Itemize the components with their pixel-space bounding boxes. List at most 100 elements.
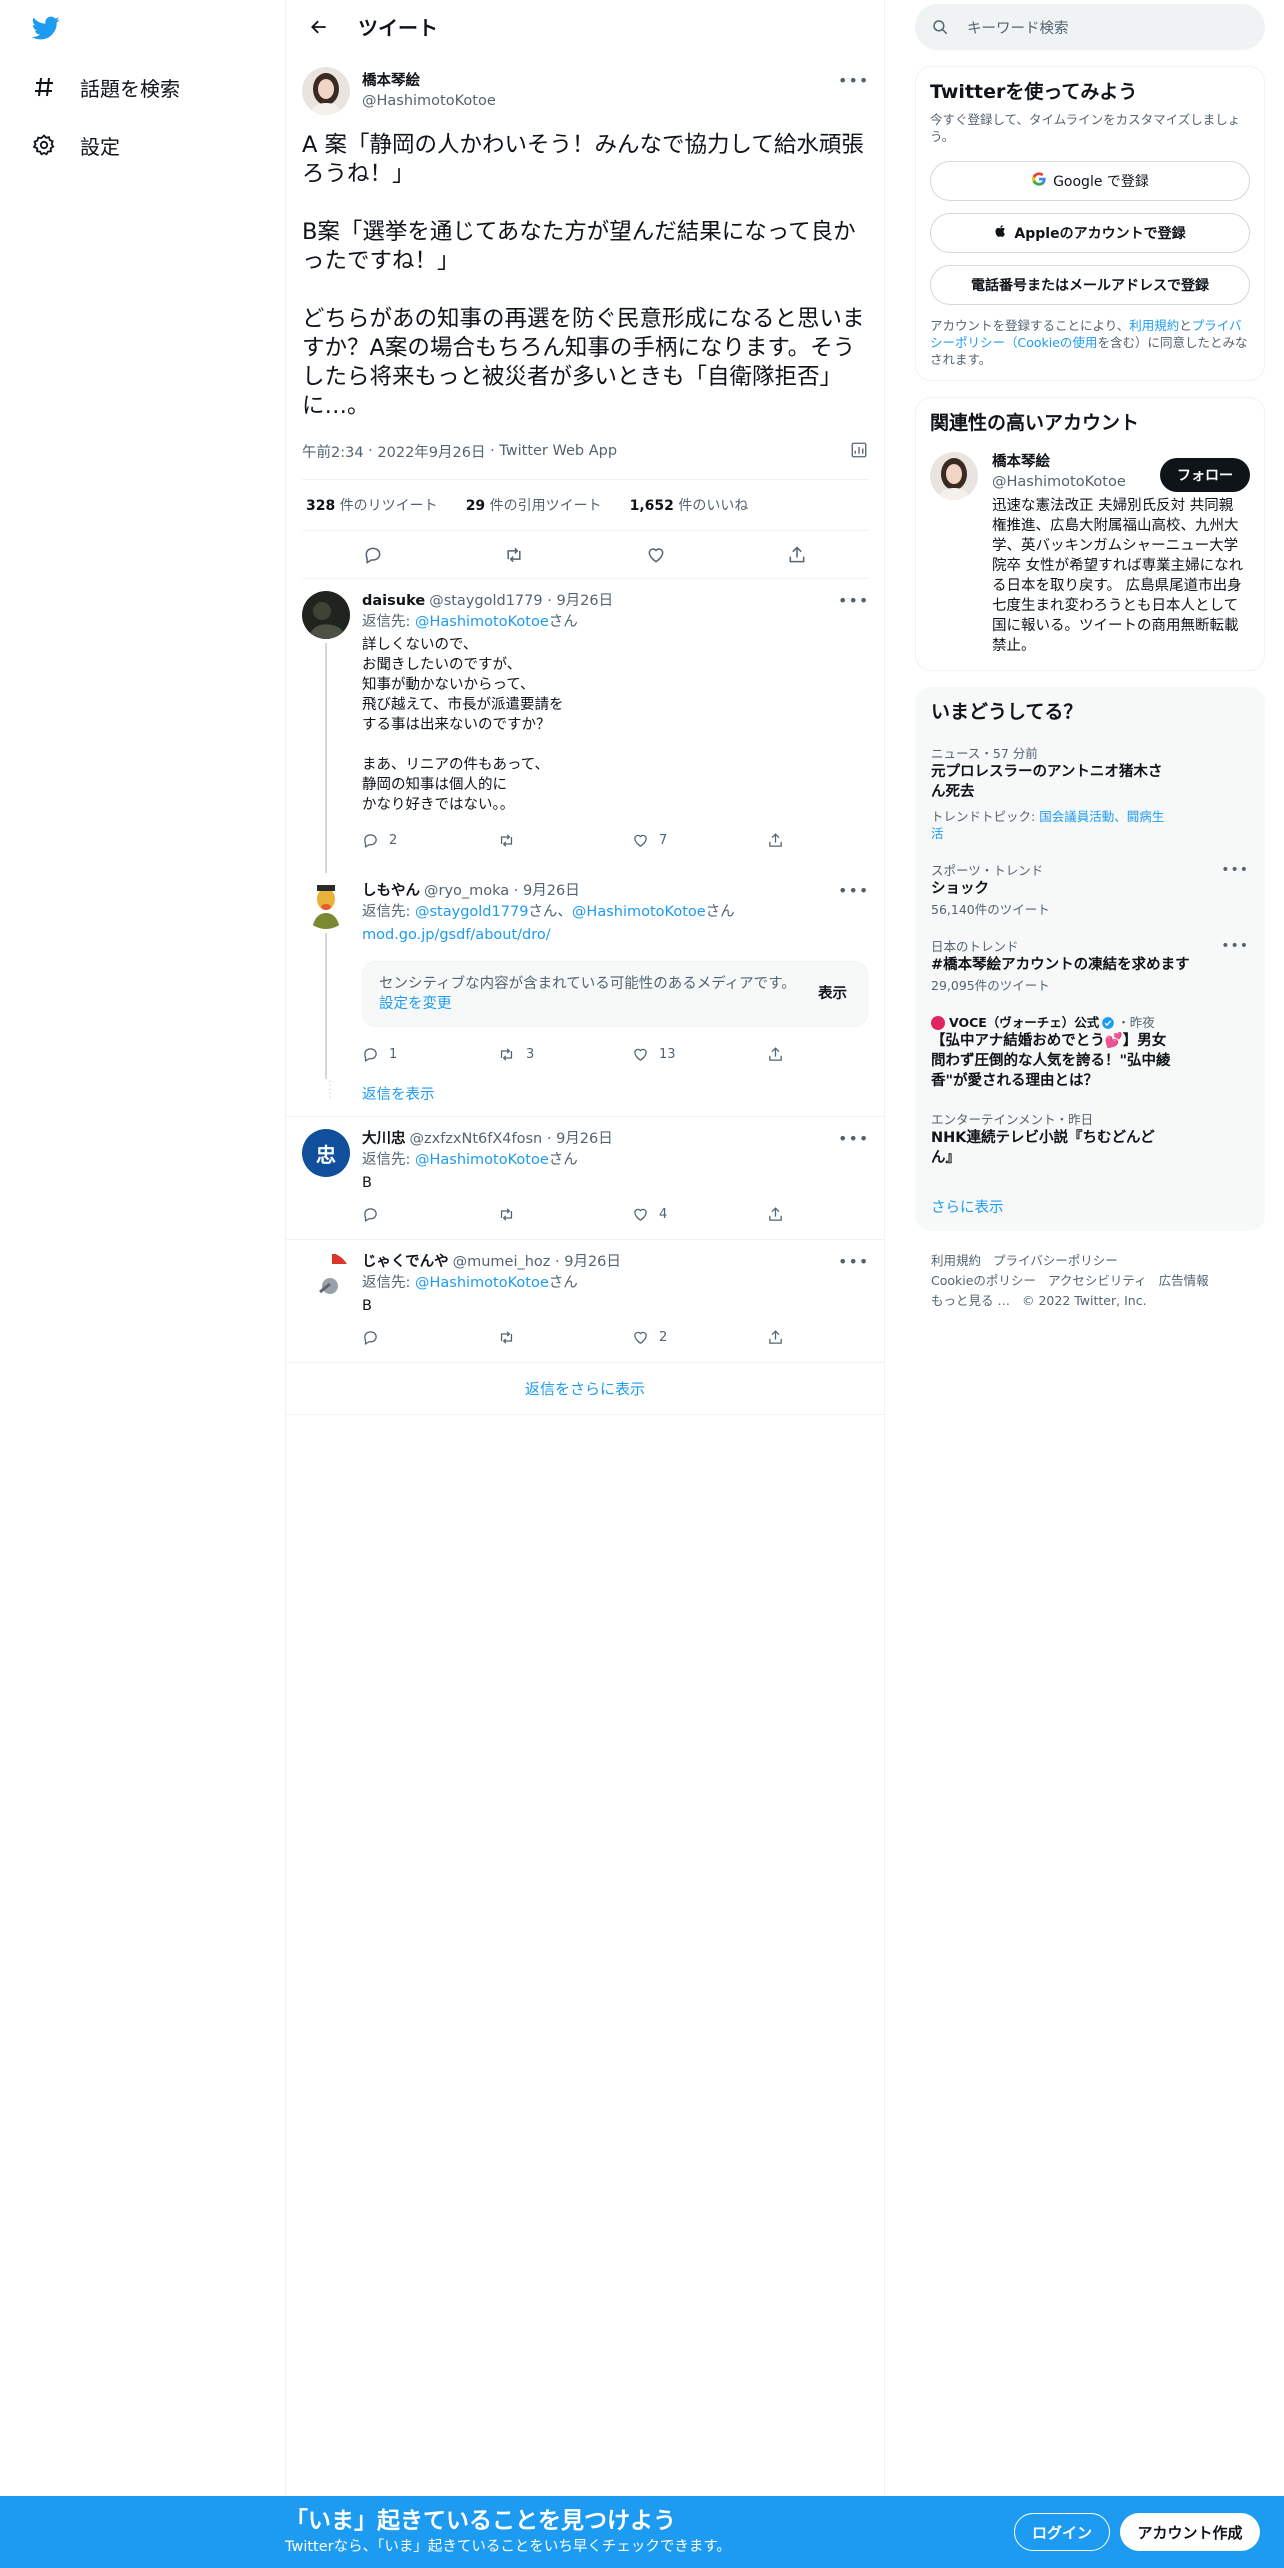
analytics-icon[interactable] bbox=[850, 441, 868, 463]
retweet-button[interactable] bbox=[497, 832, 632, 849]
show-media-button[interactable]: 表示 bbox=[818, 984, 847, 1004]
reply-date[interactable]: 9月26日 bbox=[523, 883, 580, 899]
footer-link[interactable]: 利用規約 bbox=[931, 1253, 981, 1268]
more-options-icon[interactable]: ••• bbox=[838, 881, 868, 901]
change-settings-link[interactable]: 設定を変更 bbox=[379, 996, 452, 1012]
nav-settings[interactable]: 設定 bbox=[30, 125, 120, 165]
related-accounts-card: 関連性の高いアカウント 橋本琴絵 @HashimotoKotoe 迅速な憲法改正… bbox=[915, 397, 1265, 671]
reply-tweet[interactable]: しもやん @ryo_moka · 9月26日 ••• 返信先: @staygol… bbox=[286, 865, 884, 1079]
retweet-icon[interactable] bbox=[497, 538, 531, 572]
share-button[interactable] bbox=[767, 832, 784, 849]
reply-author-handle[interactable]: @zxfzxNt6fX4fosn bbox=[410, 1131, 543, 1147]
reply-author-handle[interactable]: @staygold1779 bbox=[429, 593, 542, 609]
retweet-count[interactable]: 328 件のリツイート bbox=[306, 495, 438, 515]
mention-link[interactable]: @HashimotoKotoe bbox=[572, 904, 706, 920]
like-icon[interactable] bbox=[639, 538, 673, 572]
retweet-button[interactable]: 3 bbox=[497, 1046, 632, 1063]
reply-tweet[interactable]: daisuke @staygold1779 · 9月26日 ••• 返信先: @… bbox=[286, 579, 884, 873]
reply-date[interactable]: 9月26日 bbox=[556, 1131, 613, 1147]
reply-icon[interactable] bbox=[356, 538, 390, 572]
avatar-character: 忠 bbox=[316, 1142, 336, 1167]
nav-explore[interactable]: 話題を検索 bbox=[30, 67, 180, 107]
mention-link[interactable]: @HashimotoKotoe bbox=[415, 1275, 549, 1291]
like-button[interactable]: 7 bbox=[632, 832, 767, 849]
tweet-source[interactable]: Twitter Web App bbox=[499, 443, 617, 459]
reply-date[interactable]: 9月26日 bbox=[556, 593, 613, 609]
mention-link[interactable]: @staygold1779 bbox=[415, 904, 528, 920]
reply-author-name[interactable]: daisuke bbox=[362, 591, 425, 611]
back-arrow-icon[interactable] bbox=[302, 10, 336, 44]
login-button[interactable]: ログイン bbox=[1014, 2513, 1110, 2551]
focal-tweet: 橋本琴絵 @HashimotoKotoe ••• A 案「静岡の人かわいそう！み… bbox=[286, 53, 884, 579]
phone-email-signup-button[interactable]: 電話番号またはメールアドレスで登録 bbox=[930, 265, 1250, 305]
share-button[interactable] bbox=[767, 1206, 784, 1223]
avatar[interactable] bbox=[302, 1252, 350, 1300]
reply-author-handle[interactable]: @mumei_hoz bbox=[453, 1254, 551, 1270]
share-icon bbox=[769, 832, 782, 847]
avatar[interactable] bbox=[302, 881, 350, 929]
reply-button[interactable] bbox=[362, 1206, 497, 1223]
follow-button[interactable]: フォロー bbox=[1160, 458, 1250, 492]
avatar[interactable]: 忠 bbox=[302, 1129, 350, 1177]
trend-item[interactable]: VOCE（ヴォーチェ）公式 ・昨夜 【弘中アナ結婚おめでとう💕】男女問わず圧倒的… bbox=[931, 1014, 1249, 1091]
related-account[interactable]: 橋本琴絵 @HashimotoKotoe 迅速な憲法改正 夫婦別氏反対 共同親権… bbox=[930, 452, 1250, 656]
reply-tweet[interactable]: じゃくでんや @mumei_hoz · 9月26日 ••• 返信先: @Hash… bbox=[286, 1240, 884, 1363]
reply-button[interactable]: 1 bbox=[362, 1046, 497, 1063]
footer-link[interactable]: Cookieのポリシー bbox=[931, 1273, 1036, 1288]
reply-author-handle[interactable]: @ryo_moka bbox=[424, 883, 509, 899]
footer-link[interactable]: アクセシビリティ bbox=[1048, 1273, 1147, 1288]
retweet-button[interactable] bbox=[497, 1206, 632, 1223]
trend-item[interactable]: ニュース・57 分前 元プロレスラーのアントニオ猪木さん死去 トレンドトピック:… bbox=[931, 745, 1249, 842]
footer-link[interactable]: 広告情報 bbox=[1159, 1273, 1209, 1288]
google-signup-button[interactable]: Google で登録 bbox=[930, 161, 1250, 201]
reply-icon bbox=[364, 833, 377, 848]
reply-author-name[interactable]: じゃくでんや bbox=[362, 1252, 449, 1272]
reply-date[interactable]: 9月26日 bbox=[564, 1254, 621, 1270]
more-options-icon[interactable]: ••• bbox=[1221, 938, 1249, 954]
avatar[interactable] bbox=[302, 591, 350, 639]
reply-button[interactable] bbox=[362, 1329, 497, 1346]
more-options-icon[interactable]: ••• bbox=[838, 1129, 868, 1149]
trend-item[interactable]: エンターテインメント・昨日 NHK連続テレビ小説『ちむどんどん』 bbox=[931, 1111, 1249, 1168]
mention-link[interactable]: @HashimotoKotoe bbox=[415, 614, 549, 630]
like-button[interactable]: 4 bbox=[632, 1206, 767, 1223]
tweet-time[interactable]: 午前2:34 bbox=[302, 441, 364, 462]
twitter-logo-icon[interactable] bbox=[30, 14, 66, 44]
reply-tweet[interactable]: 忠 大川忠 @zxfzxNt6fX4fosn · 9月26日 ••• 返信先: … bbox=[286, 1117, 884, 1240]
terms-link[interactable]: 利用規約 bbox=[1129, 318, 1179, 333]
reply-author-name[interactable]: 大川忠 bbox=[362, 1129, 406, 1149]
external-link[interactable]: mod.go.jp/gsdf/about/dro/ bbox=[362, 927, 551, 943]
search-input[interactable]: キーワード検索 bbox=[915, 4, 1265, 50]
thread-line bbox=[325, 643, 327, 873]
reply-author-name[interactable]: しもやん bbox=[362, 881, 420, 901]
signup-button[interactable]: アカウント作成 bbox=[1120, 2513, 1260, 2551]
mention-link[interactable]: @HashimotoKotoe bbox=[415, 1152, 549, 1168]
more-options-icon[interactable]: ••• bbox=[1221, 862, 1249, 878]
show-more-trends-link[interactable]: さらに表示 bbox=[931, 1196, 1249, 1223]
share-button[interactable] bbox=[767, 1329, 784, 1346]
page-title: ツイート bbox=[358, 16, 438, 40]
more-options-icon[interactable]: ••• bbox=[838, 71, 868, 91]
like-button[interactable]: 13 bbox=[632, 1046, 767, 1063]
like-count[interactable]: 1,652 件のいいね bbox=[630, 495, 749, 515]
avatar[interactable] bbox=[302, 67, 350, 115]
avatar[interactable] bbox=[930, 452, 978, 500]
quote-count[interactable]: 29 件の引用ツイート bbox=[466, 495, 602, 515]
author-name[interactable]: 橋本琴絵 bbox=[362, 71, 496, 91]
retweet-button[interactable] bbox=[497, 1329, 632, 1346]
like-button[interactable]: 2 bbox=[632, 1329, 767, 1346]
apple-signup-button[interactable]: Appleのアカウントで登録 bbox=[930, 213, 1250, 253]
reply-button[interactable]: 2 bbox=[362, 832, 497, 849]
more-options-icon[interactable]: ••• bbox=[838, 1252, 868, 1272]
trend-item[interactable]: スポーツ・トレンド ショック 56,140件のツイート ••• bbox=[931, 862, 1249, 918]
more-options-icon[interactable]: ••• bbox=[838, 591, 868, 611]
share-button[interactable] bbox=[767, 1046, 784, 1063]
tweet-date[interactable]: 2022年9月26日 bbox=[377, 441, 485, 462]
show-replies-link[interactable]: ⋮ ⋮ 返信を表示 bbox=[286, 1079, 884, 1117]
footer-link[interactable]: もっと見る … bbox=[931, 1293, 1010, 1308]
trend-item[interactable]: 日本のトレンド #橋本琴絵アカウントの凍結を求めます 29,095件のツイート … bbox=[931, 938, 1249, 994]
author-handle[interactable]: @HashimotoKotoe bbox=[362, 91, 496, 111]
show-more-replies-link[interactable]: 返信をさらに表示 bbox=[286, 1363, 884, 1415]
share-icon[interactable] bbox=[780, 538, 814, 572]
footer-link[interactable]: プライバシーポリシー bbox=[993, 1253, 1118, 1268]
